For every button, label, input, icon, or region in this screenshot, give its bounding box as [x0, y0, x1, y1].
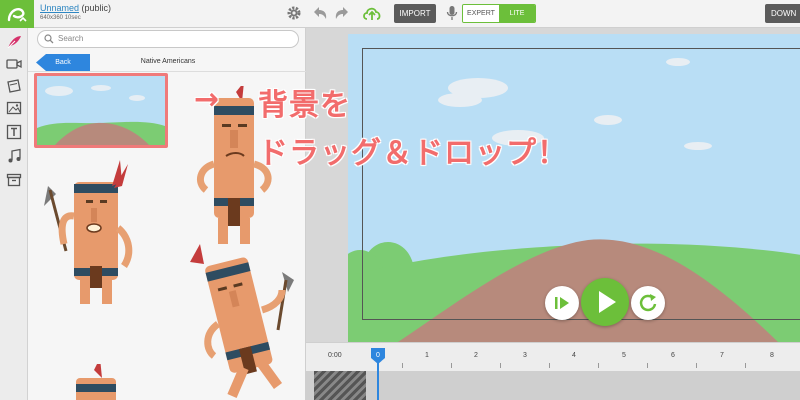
project-visibility: (public) — [81, 3, 112, 13]
tool-rail — [0, 28, 28, 400]
character-native-partial[interactable] — [64, 364, 124, 400]
props-icon[interactable] — [6, 78, 22, 94]
cloud-upload-icon[interactable] — [362, 4, 382, 22]
project-title: Unnamed (public) — [40, 3, 111, 13]
timeline-minor-tick — [696, 363, 697, 368]
stage-area — [306, 28, 800, 342]
replay-icon — [639, 294, 657, 312]
playhead-line — [377, 363, 379, 400]
back-button[interactable]: Back — [36, 54, 90, 71]
library-nav: Back Native Americans — [28, 52, 306, 72]
music-icon[interactable] — [6, 148, 22, 164]
character-native-running[interactable] — [178, 240, 308, 400]
top-bar: Unnamed (public) 640x360 10sec IMPORT EX… — [0, 0, 800, 28]
play-icon — [599, 291, 616, 313]
mode-lite-option[interactable]: LITE — [499, 5, 535, 22]
annotation-line2: ドラッグ＆ドロップ！ — [258, 136, 568, 171]
timeline-tick: 2 — [474, 352, 478, 359]
timeline: 0:00 1 2 3 4 5 6 7 8 0 — [306, 342, 800, 400]
microphone-icon[interactable] — [446, 5, 458, 21]
timeline-tick: 1 — [425, 352, 429, 359]
mode-toggle: EXPERT LITE — [462, 4, 536, 23]
character-native-axe[interactable] — [36, 156, 140, 308]
logo-icon — [7, 8, 27, 22]
skip-play-icon — [555, 297, 569, 309]
project-meta: 640x360 10sec — [40, 15, 81, 21]
app-logo[interactable] — [0, 0, 34, 28]
timeline-minor-tick — [598, 363, 599, 368]
video-camera-icon[interactable] — [6, 56, 22, 72]
timeline-track[interactable] — [306, 371, 800, 400]
background-thumbnail[interactable] — [34, 73, 168, 148]
replay-button[interactable] — [631, 286, 665, 320]
timeline-minor-tick — [647, 363, 648, 368]
archive-icon[interactable] — [6, 172, 22, 188]
download-button[interactable]: DOWN — [765, 4, 800, 23]
mode-expert-option[interactable]: EXPERT — [463, 5, 499, 22]
search-input[interactable]: Search — [37, 30, 299, 48]
annotation-line1: 背景を — [258, 88, 351, 123]
project-name-link[interactable]: Unnamed — [40, 3, 79, 13]
timeline-minor-tick — [402, 363, 403, 368]
text-icon[interactable] — [6, 124, 22, 140]
timeline-minor-tick — [745, 363, 746, 368]
feather-icon[interactable] — [6, 34, 22, 50]
search-icon — [44, 34, 54, 44]
timeline-tick: 6 — [671, 352, 675, 359]
play-button[interactable] — [581, 278, 629, 326]
playhead-handle[interactable]: 0 — [370, 347, 386, 365]
playhead-label: 0 — [376, 352, 380, 359]
search-placeholder: Search — [58, 34, 84, 43]
timeline-tick: 3 — [523, 352, 527, 359]
timeline-start-label: 0:00 — [328, 352, 342, 359]
annotation-arrow: → — [194, 82, 221, 117]
timeline-minor-tick — [549, 363, 550, 368]
undo-icon[interactable] — [312, 6, 328, 20]
timeline-minor-tick — [451, 363, 452, 368]
background-thumbnail-image — [37, 76, 165, 145]
timeline-tick: 8 — [770, 352, 774, 359]
timeline-tick: 7 — [720, 352, 724, 359]
timeline-tick: 4 — [572, 352, 576, 359]
timeline-clip[interactable] — [314, 371, 366, 400]
play-from-start-button[interactable] — [545, 286, 579, 320]
image-icon[interactable] — [6, 100, 22, 116]
import-button[interactable]: IMPORT — [394, 4, 436, 23]
timeline-tick: 5 — [622, 352, 626, 359]
redo-icon[interactable] — [334, 6, 350, 20]
gear-icon[interactable] — [286, 5, 302, 21]
timeline-minor-tick — [500, 363, 501, 368]
library-breadcrumb: Native Americans — [140, 58, 196, 65]
